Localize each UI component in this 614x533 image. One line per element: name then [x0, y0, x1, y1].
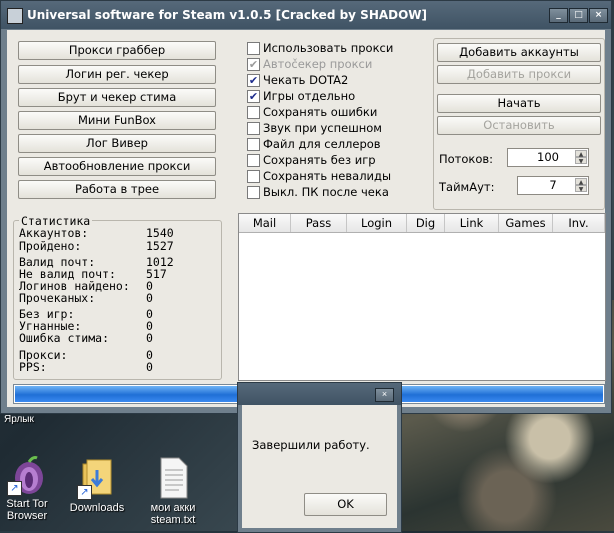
checkbox-label: Сохранять невалиды [263, 169, 392, 183]
stop-button[interactable]: Остановить [437, 116, 601, 135]
stat-value: 1527 [146, 239, 174, 253]
timeout-value: 7 [549, 178, 557, 192]
checkbox-label: Выкл. ПК после чека [263, 185, 389, 199]
app-icon [7, 8, 23, 24]
list-header: Mail Pass Login Dig Link Games Inv. [239, 214, 605, 233]
checkbox-box[interactable] [247, 106, 260, 119]
column-header-pass[interactable]: Pass [291, 214, 347, 232]
column-header-login[interactable]: Login [347, 214, 407, 232]
timeout-spinner[interactable]: 7 ▲ ▼ [517, 176, 589, 195]
checkbox-box[interactable] [247, 122, 260, 135]
column-header-inv[interactable]: Inv. [553, 214, 605, 232]
checkbox-box[interactable]: ✔ [247, 90, 260, 103]
proxy-autoupdate-button[interactable]: Автообновление прокси [18, 157, 216, 176]
spinner-arrows-icon[interactable]: ▲ ▼ [575, 178, 587, 193]
main-window: Universal software for Steam v1.0.5 [Cra… [0, 0, 612, 414]
checkbox-label: Файл для селлеров [263, 137, 381, 151]
maximize-button[interactable]: □ [569, 8, 588, 23]
mini-funbox-button[interactable]: Мини FunBox [18, 111, 216, 130]
checkbox-box[interactable] [247, 186, 260, 199]
text-file-icon [153, 456, 193, 500]
tray-mode-button[interactable]: Работа в трее [18, 180, 216, 199]
stat-label: Пройдено: [19, 239, 82, 253]
stat-value: 0 [146, 360, 153, 374]
brute-steam-checker-button[interactable]: Брут и чекер стима [18, 88, 216, 107]
desktop-icon-label: Start Tor Browser [6, 498, 48, 522]
desktop-label-fragment: Ярлык [4, 414, 34, 425]
dialog-close-button[interactable]: × [375, 388, 394, 402]
column-header-dig[interactable]: Dig [407, 214, 445, 232]
stat-value: 1540 [146, 226, 174, 240]
ok-button[interactable]: OK [304, 493, 387, 516]
checkbox-box[interactable] [247, 170, 260, 183]
checkbox-box[interactable] [247, 138, 260, 151]
proxy-grabber-button[interactable]: Прокси граббер [18, 41, 216, 60]
dialog-title-bar[interactable]: × [238, 383, 401, 405]
results-list-view[interactable]: Mail Pass Login Dig Link Games Inv. [238, 213, 606, 381]
checkbox-box[interactable]: ✔ [247, 74, 260, 87]
dialog-client-area: Завершили работу. OK [242, 405, 397, 528]
threads-value: 100 [537, 150, 559, 164]
stat-value: 0 [146, 331, 153, 345]
checkbox-label: Автočекер прокси [263, 57, 373, 71]
desktop-icon-label: Downloads [69, 502, 125, 514]
desktop-icon-label: мои акки steam.txt [150, 502, 196, 526]
checkbox-box[interactable] [247, 154, 260, 167]
checkbox-label: Звук при успешном [263, 121, 382, 135]
stat-label: Ошибка стима: [19, 331, 110, 345]
add-accounts-button[interactable]: Добавить аккаунты [437, 43, 601, 62]
checkbox-box[interactable] [247, 42, 260, 55]
start-button[interactable]: Начать [437, 94, 601, 113]
folder-icon: ↗ [77, 456, 117, 500]
column-header-link[interactable]: Link [445, 214, 499, 232]
stat-label: Прочеканых: [19, 291, 96, 305]
dialog-message: Завершили работу. [252, 438, 370, 452]
tor-browser-icon: ↗ [7, 452, 47, 496]
column-header-games[interactable]: Games [499, 214, 553, 232]
threads-label: Потоков: [439, 152, 494, 166]
checkbox-label: Сохранять без игр [263, 153, 376, 167]
title-bar[interactable]: Universal software for Steam v1.0.5 [Cra… [1, 1, 611, 29]
checkbox-label: Использовать прокси [263, 41, 394, 55]
add-proxies-button[interactable]: Добавить прокси [437, 65, 601, 84]
shortcut-arrow-icon: ↗ [77, 485, 92, 500]
desktop-icon-downloads[interactable]: ↗ Downloads [62, 456, 132, 514]
close-button[interactable]: × [589, 8, 608, 23]
stat-label: PPS: [19, 360, 47, 374]
window-title: Universal software for Steam v1.0.5 [Cra… [27, 8, 428, 22]
stat-value: 0 [146, 291, 153, 305]
window-client-area: Прокси граббер Логин рег. чекер Брут и ч… [7, 30, 606, 407]
login-reg-checker-button[interactable]: Логин рег. чекер [18, 65, 216, 84]
checkbox-label: Чекать DOTA2 [263, 73, 349, 87]
log-viewer-button[interactable]: Лог Вивер [18, 134, 216, 153]
checkbox-label: Сохранять ошибки [263, 105, 378, 119]
desktop-icon-tor-browser[interactable]: ↗ Start Tor Browser [0, 452, 62, 522]
threads-spinner[interactable]: 100 ▲ ▼ [507, 148, 589, 167]
checkbox-label: Игры отдельно [263, 89, 356, 103]
message-dialog: × Завершили работу. OK [237, 382, 402, 533]
desktop-icon-text-file[interactable]: мои акки steam.txt [138, 456, 208, 526]
timeout-label: ТаймАут: [439, 180, 495, 194]
shortcut-arrow-icon: ↗ [7, 481, 22, 496]
spinner-arrows-icon[interactable]: ▲ ▼ [575, 150, 587, 165]
stat-label: Аккаунтов: [19, 226, 89, 240]
minimize-button[interactable]: _ [549, 8, 568, 23]
column-header-mail[interactable]: Mail [239, 214, 291, 232]
checkbox-box[interactable]: ✔ [247, 58, 260, 71]
